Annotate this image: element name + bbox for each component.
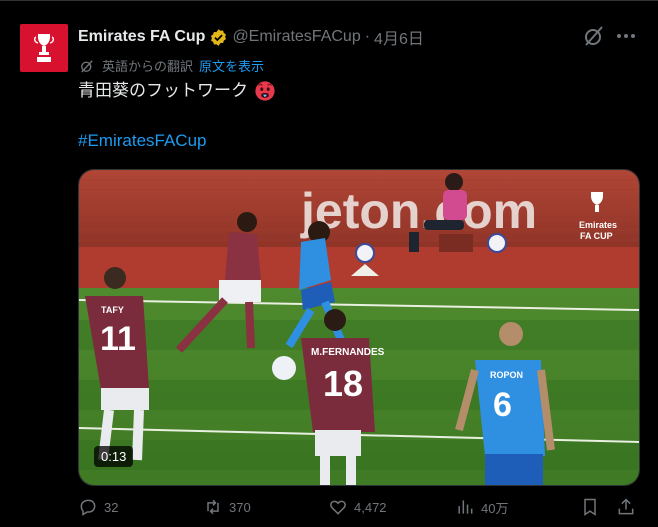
avatar[interactable] [20, 24, 68, 72]
player-name-18: M.FERNANDES [311, 347, 385, 358]
verified-badge-icon [211, 28, 227, 46]
player-number-11: 11 [100, 320, 136, 358]
account-name[interactable]: Emirates FA Cup [78, 28, 205, 46]
reply-icon [80, 499, 96, 516]
repost-icon [207, 499, 219, 515]
translation-label: 英語からの翻訳 [102, 59, 194, 74]
views-count: 40万 [481, 500, 509, 516]
reply-count: 32 [104, 499, 119, 515]
tweet-header: Emirates FA Cup @EmiratesFACup · 4月6日 [78, 26, 424, 48]
post-date[interactable]: 4月6日 [374, 25, 424, 49]
action-bar: 32 370 4,472 40万 [78, 497, 638, 523]
player-name-11: TAFY [101, 305, 124, 315]
video-frame: jeton.com Emirates FA CUP TAFY 11 M.FERN… [79, 170, 639, 485]
bookmark-button[interactable] [580, 497, 606, 517]
like-button[interactable]: 4,472 [328, 497, 387, 517]
reply-button[interactable]: 32 [78, 497, 118, 517]
board-text: jeton.com [300, 183, 537, 239]
views-icon [458, 500, 473, 514]
translate-icon [81, 59, 93, 72]
tweet-text-row: 青田葵のフットワーク [78, 80, 276, 102]
repost-count: 370 [229, 499, 251, 515]
hashtag-link[interactable]: #EmiratesFACup [78, 131, 207, 151]
share-button[interactable] [616, 497, 642, 517]
video-player[interactable]: jeton.com Emirates FA CUP TAFY 11 M.FERN… [78, 169, 640, 486]
account-handle[interactable]: @EmiratesFACup [232, 28, 360, 46]
divider [0, 0, 658, 1]
like-count: 4,472 [354, 499, 387, 515]
bookmark-icon [584, 498, 596, 516]
player-name-6: ROPON [490, 370, 523, 380]
like-icon [330, 500, 346, 515]
board-logo-top: Emirates [579, 220, 617, 230]
more-icon[interactable] [614, 24, 638, 48]
player-number-6: 6 [493, 386, 512, 424]
grok-icon[interactable] [582, 24, 606, 48]
fa-cup-logo [34, 34, 54, 62]
separator: · [364, 28, 371, 45]
translation-row: 英語からの翻訳 原文を表示 [78, 56, 264, 75]
video-timer: 0:13 [94, 446, 134, 467]
show-original-link[interactable]: 原文を表示 [199, 56, 264, 75]
player-number-18: 18 [323, 363, 363, 404]
tweet-text: 青田葵のフットワーク [78, 81, 248, 100]
repost-button[interactable]: 370 [203, 497, 251, 517]
views-button[interactable]: 40万 [455, 497, 508, 517]
hot-face-emoji [255, 81, 275, 101]
board-logo-bottom: FA CUP [580, 231, 613, 241]
share-icon [618, 498, 634, 515]
